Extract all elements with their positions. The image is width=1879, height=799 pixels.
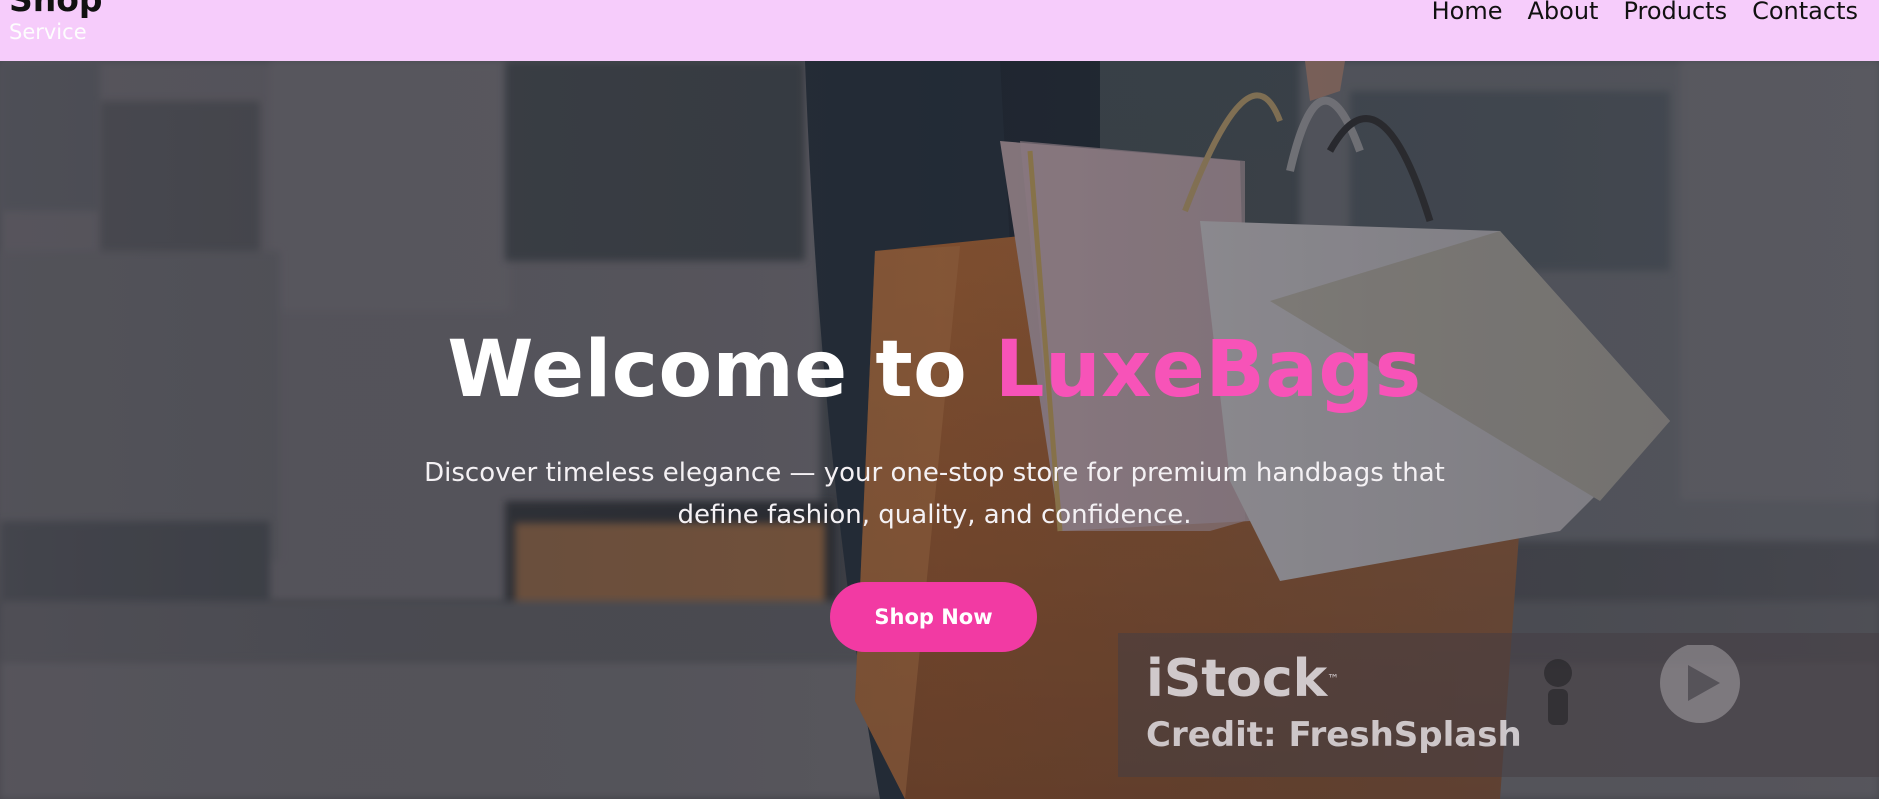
person-icon xyxy=(1544,659,1572,725)
hero-title-prefix: Welcome to xyxy=(447,325,995,415)
watermark-logo-text: iStock xyxy=(1146,649,1328,709)
main-nav: Home About Products Contacts xyxy=(1432,0,1858,23)
hero-section: iStock™ Credit: FreshSplash Welcome to L… xyxy=(0,61,1879,799)
watermark-icons xyxy=(1544,645,1740,725)
top-navbar: Shop Service Home About Products Contact… xyxy=(0,0,1879,61)
watermark-credit: Credit: FreshSplash xyxy=(1146,715,1522,755)
shop-now-button[interactable]: Shop Now xyxy=(830,582,1037,652)
trademark-symbol: ™ xyxy=(1327,672,1340,686)
hero-title-brand: LuxeBags xyxy=(994,325,1422,415)
brand-subtitle: Service xyxy=(9,20,87,44)
hero-title: Welcome to LuxeBags xyxy=(0,325,1869,415)
nav-home[interactable]: Home xyxy=(1432,0,1503,23)
nav-products[interactable]: Products xyxy=(1623,0,1727,23)
watermark-logo: iStock™ xyxy=(1146,649,1339,709)
nav-about[interactable]: About xyxy=(1528,0,1599,23)
nav-contacts[interactable]: Contacts xyxy=(1752,0,1858,23)
istock-watermark: iStock™ Credit: FreshSplash xyxy=(1118,633,1879,777)
brand-title: Shop xyxy=(9,0,103,18)
hero-subtitle: Discover timeless elegance — your one-st… xyxy=(424,458,1445,530)
play-icon xyxy=(1660,645,1740,723)
page: Shop Service Home About Products Contact… xyxy=(0,0,1879,799)
